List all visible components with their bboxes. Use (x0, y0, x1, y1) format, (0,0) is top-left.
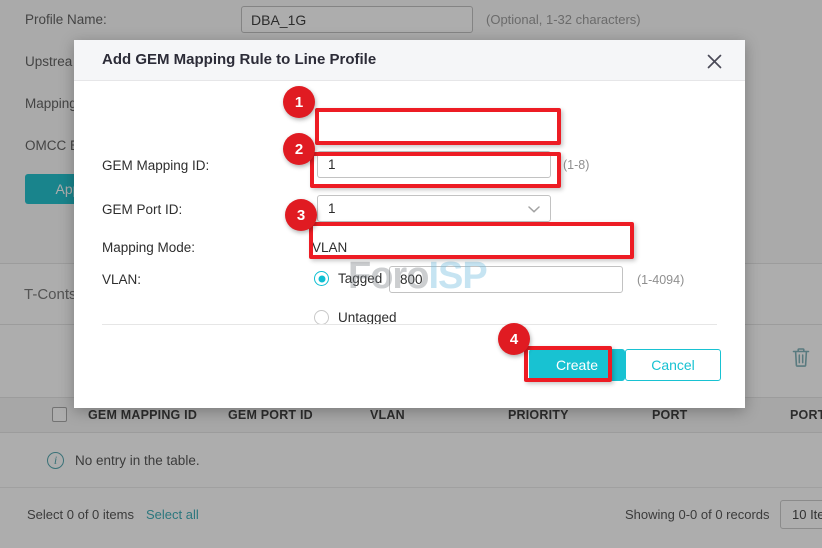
chevron-down-icon (528, 201, 540, 216)
vlan-tagged-radio[interactable]: Tagged (314, 271, 382, 286)
close-icon (707, 54, 722, 69)
vlan-value-input[interactable]: 800 (389, 266, 623, 293)
annotation-badge-2: 2 (283, 133, 315, 165)
add-gem-mapping-rule-dialog: Add GEM Mapping Rule to Line Profile GEM… (74, 40, 745, 408)
gem-port-id-label: GEM Port ID: (102, 202, 182, 217)
dialog-title: Add GEM Mapping Rule to Line Profile (102, 51, 376, 68)
vlan-hint: (1-4094) (637, 273, 684, 287)
app-root: Profile Name: DBA_1G (Optional, 1-32 cha… (0, 0, 822, 548)
dialog-body: GEM Mapping ID: 1 (1-8) GEM Port ID: 1 M… (74, 81, 745, 364)
gem-mapping-id-label: GEM Mapping ID: (102, 158, 209, 173)
radio-selected-icon (314, 271, 329, 286)
mapping-mode-value: VLAN (312, 240, 347, 255)
dialog-footer-divider (102, 324, 717, 325)
radio-unselected-icon (314, 310, 329, 325)
dialog-header: Add GEM Mapping Rule to Line Profile (74, 40, 745, 81)
annotation-badge-4: 4 (498, 323, 530, 355)
vlan-tagged-label: Tagged (338, 271, 382, 286)
close-button[interactable] (703, 50, 725, 72)
mapping-mode-label: Mapping Mode: (102, 240, 195, 255)
gem-mapping-id-input[interactable]: 1 (317, 151, 551, 178)
gem-mapping-id-hint: (1-8) (563, 158, 589, 172)
vlan-label: VLAN: (102, 272, 141, 287)
annotation-badge-3: 3 (285, 199, 317, 231)
cancel-button[interactable]: Cancel (625, 349, 721, 381)
gem-port-id-select[interactable]: 1 (317, 195, 551, 222)
vlan-untagged-radio[interactable]: Untagged (314, 310, 397, 325)
vlan-untagged-label: Untagged (338, 310, 397, 325)
annotation-badge-1: 1 (283, 86, 315, 118)
create-button[interactable]: Create (529, 349, 625, 381)
gem-port-id-value: 1 (328, 201, 336, 216)
